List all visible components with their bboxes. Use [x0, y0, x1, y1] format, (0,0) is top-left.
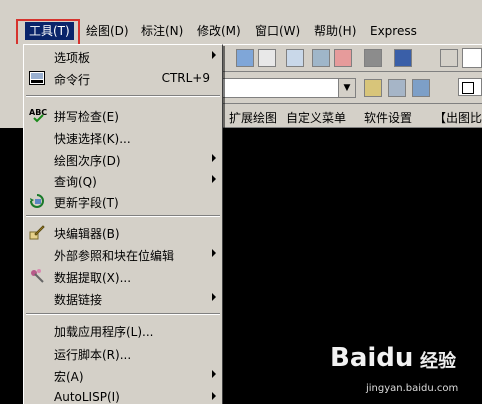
menu-item-label: 运行脚本(R)... [54, 348, 132, 362]
markup-icon[interactable] [334, 49, 352, 67]
menu-item-spell-check[interactable]: ABC 拼写检查(E) [24, 104, 222, 126]
menu-express[interactable]: Express [366, 22, 421, 40]
menu-item-label: AutoLISP(I) [54, 390, 120, 404]
data-extraction-icon [29, 268, 45, 284]
menu-item-label: 选项板 [54, 51, 91, 65]
menu-separator [26, 215, 220, 217]
menu-item-command-line[interactable]: 命令行 CTRL+9 [24, 67, 222, 89]
watermark-brand: Baidu [330, 343, 414, 373]
menu-item-shortcut: CTRL+9 [161, 71, 210, 85]
layer-combo[interactable]: ▼ [222, 78, 356, 98]
menu-item-macro[interactable]: 宏(A) [24, 364, 222, 386]
menu-item-label: 宏(A) [54, 370, 84, 384]
chevron-down-icon[interactable]: ▼ [338, 79, 355, 97]
menu-window[interactable]: 窗口(W) [251, 22, 304, 40]
submenu-arrow-icon [212, 293, 216, 301]
checkbox[interactable] [462, 82, 474, 94]
menu-item-xref-edit[interactable]: 外部参照和块在位编辑 [24, 243, 222, 265]
menu-item-update-fields[interactable]: 更新字段(T) [24, 190, 222, 212]
submenu-arrow-icon [212, 175, 216, 183]
layer-state-icon[interactable] [412, 79, 430, 97]
menu-item-label: 外部参照和块在位编辑 [54, 249, 175, 263]
menu-item-label: 加载应用程序(L)... [54, 325, 154, 339]
menu-item-label: 命令行 [54, 73, 91, 87]
submenu-arrow-icon [212, 249, 216, 257]
menu-item-data-extraction[interactable]: 数据提取(X)... [24, 265, 222, 287]
menu-item-autolisp[interactable]: AutoLISP(I) [24, 386, 222, 404]
menu-item-data-link[interactable]: 数据链接 [24, 287, 222, 309]
menu-item-run-script[interactable]: 运行脚本(R)... [24, 342, 222, 364]
submenu-arrow-icon [212, 392, 216, 400]
calculator-icon[interactable] [364, 49, 382, 67]
plot-scale-button[interactable]: 【出图比 [434, 109, 482, 126]
menu-item-label: 快速选择(K)... [54, 132, 131, 146]
tools-dropdown-menu: 选项板 命令行 CTRL+9 ABC 拼写检查(E) 快速选择(K)... 绘图… [23, 44, 223, 404]
submenu-arrow-icon [212, 154, 216, 162]
menu-item-quick-select[interactable]: 快速选择(K)... [24, 126, 222, 148]
autocad-window: 工具(T) 绘图(D) 标注(N) 修改(M) 窗口(W) 帮助(H) Expr… [0, 0, 482, 404]
tool-palette-icon[interactable] [286, 49, 304, 67]
menu-item-palettes[interactable]: 选项板 [24, 45, 222, 67]
command-line-icon [29, 70, 45, 86]
menu-item-label: 查询(Q) [54, 175, 97, 189]
menu-item-label: 绘图次序(D) [54, 154, 121, 168]
watermark: Baidu 经验 jingyan.baidu.com [330, 335, 480, 400]
text-style-combo[interactable] [462, 48, 482, 68]
help-icon[interactable] [394, 49, 412, 67]
menu-help[interactable]: 帮助(H) [310, 22, 360, 40]
block-editor-icon [29, 224, 45, 240]
submenu-arrow-icon [212, 370, 216, 378]
menu-separator [26, 313, 220, 315]
menu-draw[interactable]: 绘图(D) [82, 22, 133, 40]
menu-modify[interactable]: 修改(M) [193, 22, 245, 40]
menu-item-draw-order[interactable]: 绘图次序(D) [24, 148, 222, 170]
menu-item-inquiry[interactable]: 查询(Q) [24, 169, 222, 191]
spell-check-icon: ABC [29, 107, 47, 123]
make-current-layer-icon[interactable] [364, 79, 382, 97]
watermark-url: jingyan.baidu.com [366, 383, 459, 394]
sheet-set-icon[interactable] [312, 49, 330, 67]
update-field-icon [29, 193, 45, 209]
color-control-combo[interactable] [458, 78, 482, 96]
software-settings-button[interactable]: 软件设置 [364, 109, 412, 126]
menu-item-label: 更新字段(T) [54, 196, 119, 210]
watermark-jingyan: 经验 [420, 351, 456, 372]
menu-separator [26, 95, 220, 97]
menu-item-block-editor[interactable]: 块编辑器(B) [24, 221, 222, 243]
layer-previous-icon[interactable] [388, 79, 406, 97]
ext-draw-button[interactable]: 扩展绘图 [229, 109, 277, 126]
properties-grid-icon[interactable] [258, 49, 276, 67]
text-style-icon[interactable] [440, 49, 458, 67]
menu-item-label: 数据链接 [54, 293, 103, 307]
menu-dimension[interactable]: 标注(N) [137, 22, 187, 40]
submenu-arrow-icon [212, 51, 216, 59]
design-center-icon[interactable] [236, 49, 254, 67]
menu-item-label: 拼写检查(E) [54, 110, 119, 124]
menu-item-load-application[interactable]: 加载应用程序(L)... [24, 319, 222, 341]
menu-item-label: 块编辑器(B) [54, 227, 120, 241]
left-dock [0, 44, 23, 128]
menu-item-label: 数据提取(X)... [54, 271, 132, 285]
highlight-box [16, 19, 80, 46]
custom-menu-button[interactable]: 自定义菜单 [286, 109, 346, 126]
svg-text:ABC: ABC [29, 108, 47, 117]
